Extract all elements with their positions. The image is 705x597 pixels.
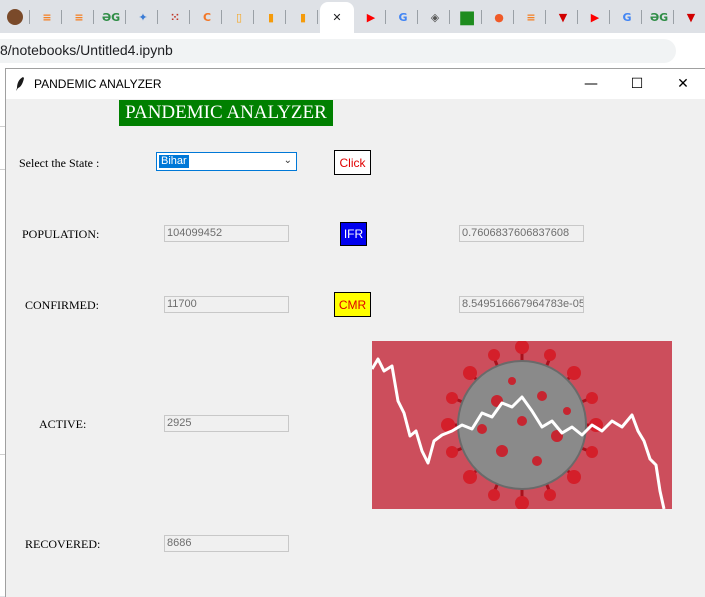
recovered-label: RECOVERED: [25, 537, 101, 551]
state-select[interactable]: Bihar ⌄ [156, 152, 297, 171]
browser-tab[interactable]: ƏG [644, 4, 674, 30]
browser-tab[interactable] [0, 4, 30, 30]
confirmed-field[interactable]: 11700 [164, 296, 289, 313]
coronavirus-image [372, 341, 672, 509]
tab-separator [61, 10, 62, 24]
tab-separator [545, 10, 546, 24]
address-field[interactable]: 8/notebooks/Untitled4.ipynb [0, 39, 676, 63]
browser-tab[interactable]: ▼ [676, 4, 705, 30]
population-field[interactable]: 104099452 [164, 225, 289, 242]
orange-swirl-icon: C [202, 10, 212, 24]
browser-tab[interactable]: ≡ [64, 4, 94, 30]
active-label: ACTIVE: [39, 417, 87, 431]
browser-tab[interactable]: ◈ [420, 4, 450, 30]
tab-separator [29, 10, 30, 24]
tab-separator [641, 10, 642, 24]
minimize-icon: — [584, 76, 598, 92]
address-url: 8/notebooks/Untitled4.ipynb [0, 42, 173, 58]
google-icon: G [622, 10, 632, 24]
browser-tab[interactable]: ⁙ [160, 4, 190, 30]
close-button[interactable]: ✕ [660, 69, 705, 99]
cmr-button[interactable]: CMR [334, 292, 371, 317]
minimize-button[interactable]: — [568, 69, 614, 99]
google-icon: G [398, 10, 408, 24]
favicon-brown-icon [7, 9, 23, 25]
colorful-app-icon: ✦ [138, 10, 148, 24]
youtube-icon: ▶ [366, 10, 376, 24]
tab-separator [609, 10, 610, 24]
browser-tab[interactable]: G [612, 4, 642, 30]
close-tab-icon[interactable]: ✕ [329, 10, 345, 26]
tab-separator [93, 10, 94, 24]
browser-tab[interactable]: ✦ [128, 4, 158, 30]
browser-tab[interactable]: ƏG [96, 4, 126, 30]
tab-separator [577, 10, 578, 24]
cmr-field[interactable]: 8.549516667964783e-05 [459, 296, 584, 313]
tab-separator [449, 10, 450, 24]
browser-tab[interactable]: ▶ [580, 4, 610, 30]
tab-separator [417, 10, 418, 24]
red-v-icon: ▼ [558, 10, 568, 24]
state-select-value: Bihar [159, 155, 189, 168]
window-titlebar: PANDEMIC ANALYZER — ☐ ✕ [6, 69, 705, 99]
confirmed-label: CONFIRMED: [25, 298, 100, 312]
window-title: PANDEMIC ANALYZER [34, 77, 162, 91]
recovered-field[interactable]: 8686 [164, 535, 289, 552]
geeksforgeeks-icon: ƏG [101, 10, 121, 24]
browser-tab[interactable]: ▯ [224, 4, 254, 30]
diamond-icon: ◈ [430, 10, 440, 24]
app-heading: PANDEMIC ANALYZER [119, 100, 333, 126]
ifr-field[interactable]: 0.7606837606837608 [459, 225, 584, 242]
red-v-icon: ▼ [686, 10, 696, 24]
browser-tab[interactable]: ▶ [356, 4, 386, 30]
orange-circle-icon: ● [494, 10, 504, 24]
active-field[interactable]: 2925 [164, 415, 289, 432]
dice-icon: ⁙ [170, 10, 180, 24]
population-label: POPULATION: [22, 227, 100, 241]
tab-separator [157, 10, 158, 24]
browser-tab[interactable]: ▼ [548, 4, 578, 30]
state-label: Select the State : [19, 156, 100, 170]
browser-tab[interactable]: ▮ [256, 4, 286, 30]
orange-book-icon: ▮ [267, 10, 275, 24]
tab-separator [189, 10, 190, 24]
maximize-icon: ☐ [630, 76, 644, 92]
tab-separator [125, 10, 126, 24]
document-icon: ▯ [235, 10, 243, 24]
browser-tab[interactable]: ≡ [32, 4, 62, 30]
stackoverflow-icon: ≡ [74, 10, 84, 24]
geeksforgeeks-icon: ƏG [649, 10, 669, 24]
tab-separator [285, 10, 286, 24]
green-square-icon: ■ [458, 6, 476, 28]
stackoverflow-icon: ≡ [526, 10, 536, 24]
stackoverflow-icon: ≡ [42, 10, 52, 24]
orange-book-icon: ▮ [299, 10, 307, 24]
tab-separator [221, 10, 222, 24]
browser-tab[interactable]: C [192, 4, 222, 30]
tab-separator [317, 10, 318, 24]
browser-tab[interactable]: ▮ [288, 4, 318, 30]
browser-tab[interactable]: ● [484, 4, 514, 30]
browser-tab-active[interactable]: ✕ [320, 2, 354, 33]
browser-tab-strip: ≡ ≡ ƏG ✦ ⁙ C ▯ ▮ ▮ ✕ ▶ G ◈ ■ ● ≡ ▼ ▶ G ƏG ▼ [0, 0, 705, 33]
chevron-down-icon: ⌄ [283, 155, 292, 166]
click-button[interactable]: Click [334, 150, 371, 175]
browser-tab[interactable]: ≡ [516, 4, 546, 30]
tab-separator [513, 10, 514, 24]
ifr-button[interactable]: IFR [340, 222, 367, 246]
close-icon: ✕ [677, 76, 689, 92]
browser-tab[interactable]: ■ [452, 4, 482, 30]
maximize-button[interactable]: ☐ [614, 69, 660, 99]
browser-tab[interactable]: G [388, 4, 418, 30]
youtube-icon: ▶ [590, 10, 600, 24]
tk-window: PANDEMIC ANALYZER — ☐ ✕ PANDEMIC ANALYZE… [5, 68, 705, 597]
tab-separator [673, 10, 674, 24]
browser-address-bar: 8/notebooks/Untitled4.ipynb [0, 33, 705, 69]
tab-separator [253, 10, 254, 24]
tab-separator [385, 10, 386, 24]
feather-icon [16, 77, 24, 91]
tab-separator [481, 10, 482, 24]
